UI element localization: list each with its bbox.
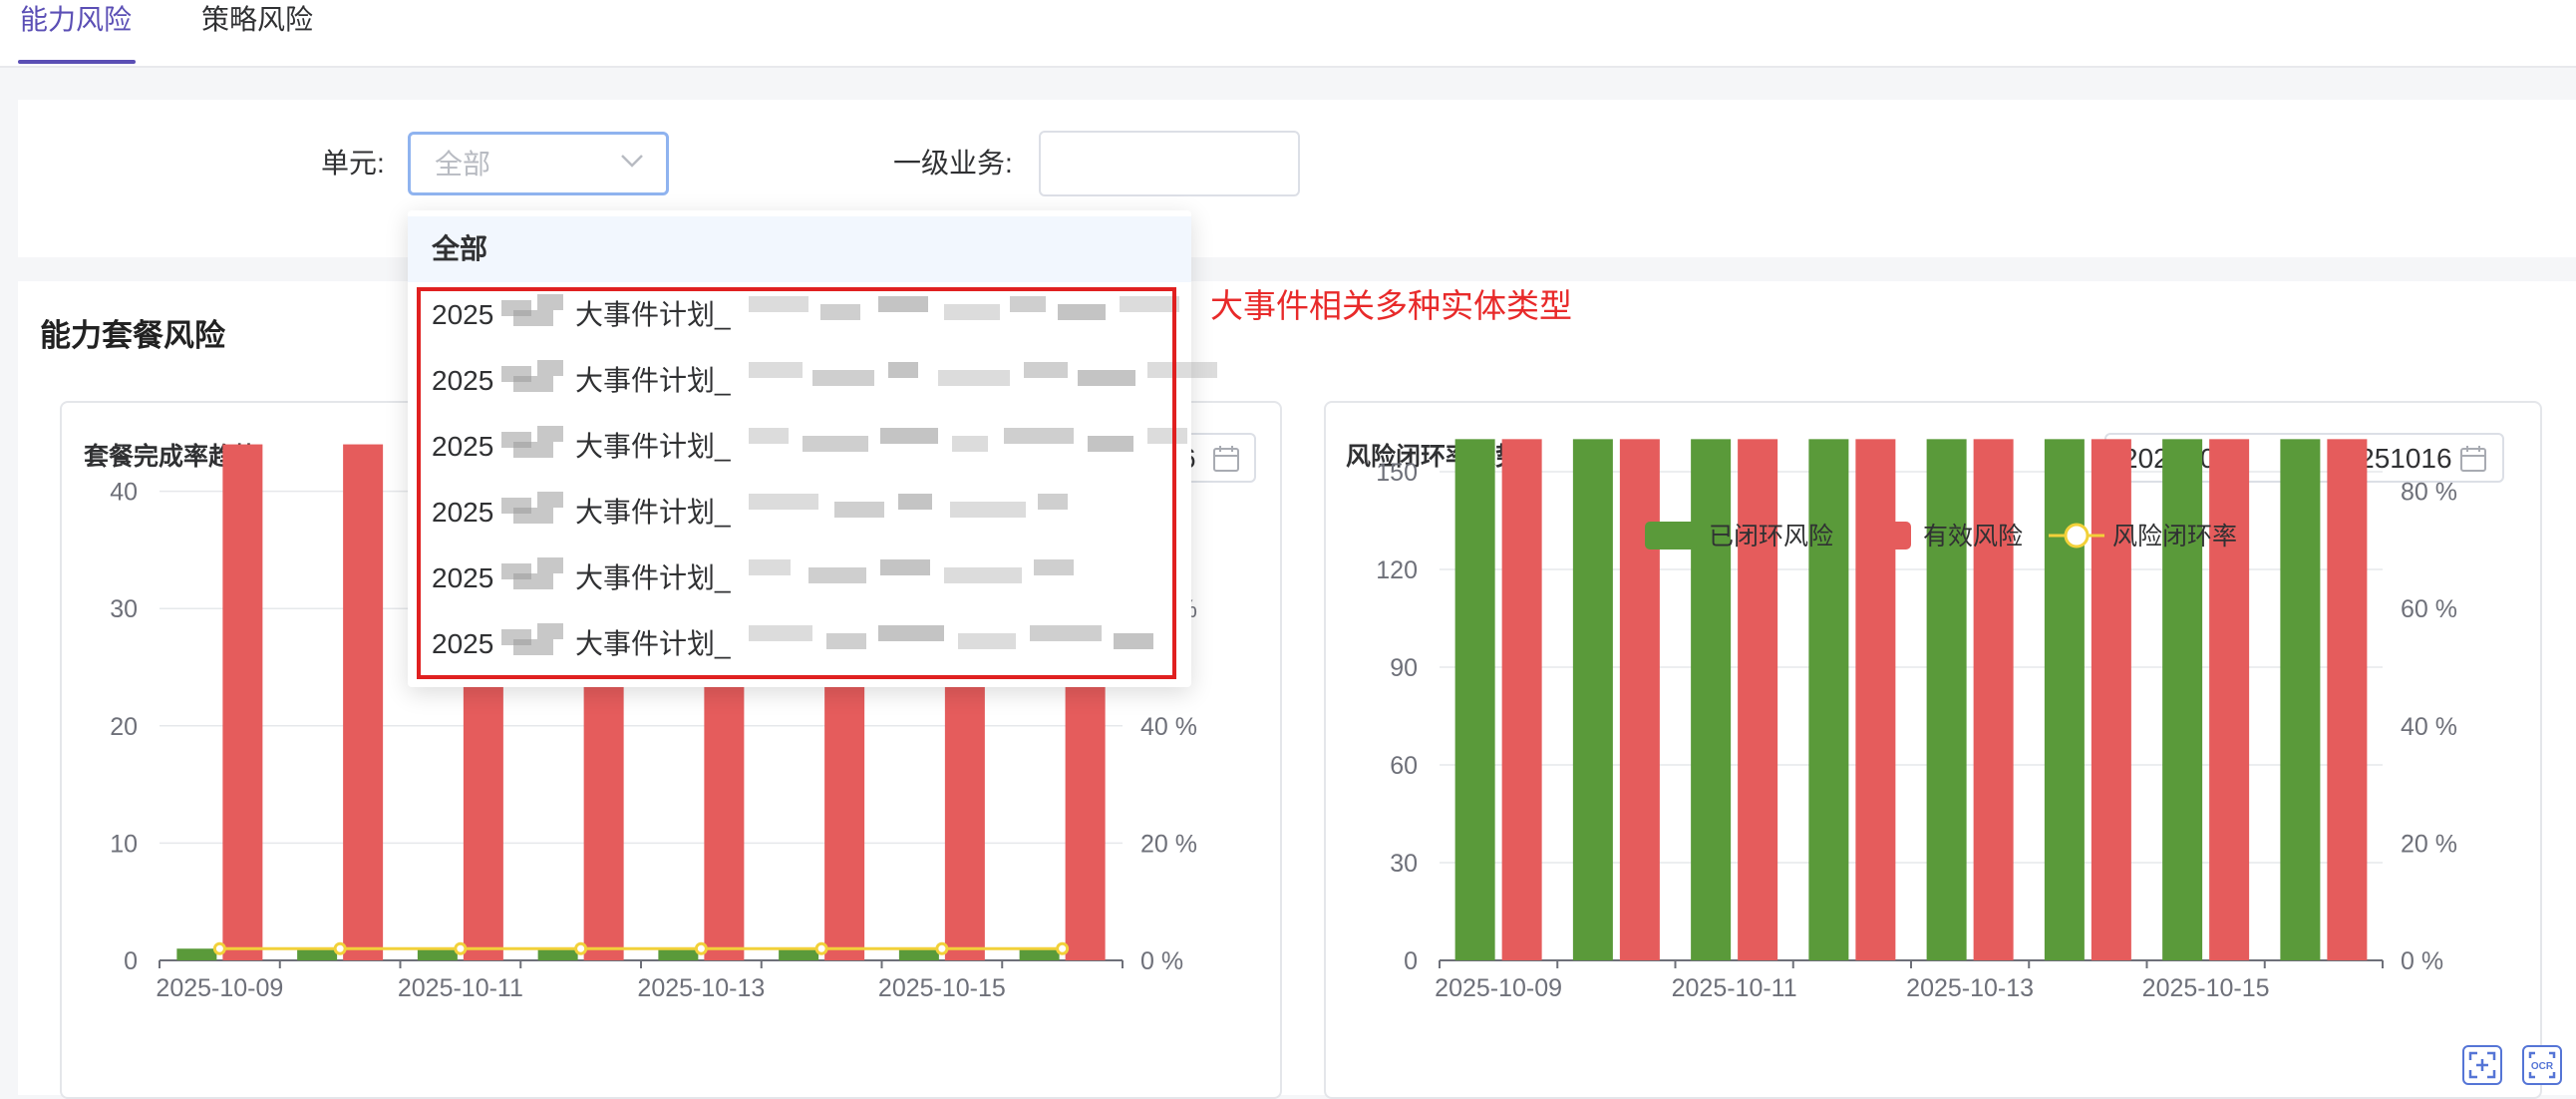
- tab-bar: 能力风险 策略风险: [0, 0, 2576, 68]
- line-point: [574, 941, 588, 955]
- bar: [1808, 439, 1849, 960]
- tab-strategy-risk[interactable]: 策略风险: [201, 0, 313, 64]
- unit-select[interactable]: 全部: [408, 132, 669, 195]
- y2-tick-label: 80 %: [2401, 479, 2457, 507]
- line-point: [1056, 941, 1070, 955]
- x-tick-label: 2025-10-09: [1435, 974, 1562, 1002]
- y2-tick-label: 40 %: [1140, 713, 1197, 741]
- y-tick-label: 60: [1390, 752, 1418, 780]
- bar: [297, 948, 338, 960]
- bar: [2280, 439, 2321, 960]
- bar: [1019, 948, 1060, 960]
- legend-line-symbol: [2064, 523, 2090, 549]
- bar: [658, 948, 699, 960]
- bar: [779, 948, 819, 960]
- y-tick-label: 10: [110, 830, 138, 858]
- bar: [1973, 439, 2014, 960]
- line-point: [333, 941, 347, 955]
- section-title: 能力套餐风险: [40, 318, 225, 353]
- bar: [2209, 439, 2250, 960]
- bar: [1691, 439, 1732, 960]
- y2-tick-label: 0 %: [2401, 947, 2443, 975]
- screenshot-icon[interactable]: [2462, 1045, 2502, 1085]
- y-tick-label: 120: [1376, 556, 1418, 584]
- y2-tick-label: 40 %: [2401, 713, 2457, 741]
- unit-select-value: 全部: [435, 149, 491, 180]
- line-point: [454, 941, 468, 955]
- line-point: [694, 941, 708, 955]
- y2-tick-label: 20 %: [2401, 830, 2457, 858]
- y-tick-label: 40: [110, 479, 138, 507]
- y2-tick-label: 20 %: [1140, 830, 1197, 858]
- dropdown-option-all[interactable]: 全部: [408, 216, 1191, 282]
- x-tick-label: 2025-10-11: [1672, 974, 1797, 1002]
- legend-label: 已闭环风险: [1709, 523, 1833, 550]
- x-tick-label: 2025-10-09: [156, 974, 283, 1002]
- unit-filter-label: 单元:: [321, 148, 385, 179]
- x-tick-label: 2025-10-15: [2142, 974, 2270, 1002]
- line-point: [935, 941, 949, 955]
- active-tab-indicator: [18, 60, 136, 64]
- business-select[interactable]: [1039, 131, 1300, 196]
- bar: [1501, 439, 1542, 960]
- bar: [1572, 439, 1613, 960]
- bar: [222, 444, 263, 960]
- legend-label: 风险闭环率: [2112, 523, 2237, 550]
- y-tick-label: 30: [1390, 850, 1418, 878]
- bar: [1926, 439, 1967, 960]
- bar: [176, 948, 217, 960]
- bar: [1738, 439, 1778, 960]
- x-tick-label: 2025-10-11: [398, 974, 523, 1002]
- legend-label: 有效风险: [1923, 523, 2023, 550]
- bar: [2044, 439, 2085, 960]
- bar: [417, 948, 458, 960]
- closure-rate-chart: 03060901201501800 %20 %40 %60 %80 %100 %…: [1376, 439, 2457, 1002]
- bar: [537, 948, 578, 960]
- bar: [343, 444, 384, 960]
- chevron-down-icon: [621, 155, 643, 168]
- business-filter-label: 一级业务:: [893, 148, 1013, 179]
- bar: [898, 948, 939, 960]
- legend-swatch: [1859, 522, 1911, 550]
- x-tick-label: 2025-10-13: [1906, 974, 2034, 1002]
- bar: [1855, 439, 1896, 960]
- y-tick-label: 0: [1404, 947, 1418, 975]
- bar: [2091, 439, 2131, 960]
- bar: [2327, 439, 2368, 960]
- svg-text:OCR: OCR: [2531, 1061, 2554, 1072]
- y-tick-label: 20: [110, 713, 138, 741]
- y-tick-label: 90: [1390, 654, 1418, 682]
- bar: [2162, 439, 2203, 960]
- y2-tick-label: 0 %: [1140, 947, 1183, 975]
- ocr-icon[interactable]: OCR: [2522, 1045, 2562, 1085]
- line-point: [814, 941, 828, 955]
- tab-capability-risk[interactable]: 能力风险: [20, 0, 132, 64]
- y-tick-label: 30: [110, 595, 138, 623]
- line-point: [212, 941, 226, 955]
- annotation-text: 大事件相关多种实体类型: [1210, 287, 1572, 324]
- y-tick-label: 150: [1376, 459, 1418, 487]
- y-tick-label: 0: [124, 947, 138, 975]
- bar: [1619, 439, 1660, 960]
- bar: [1454, 439, 1495, 960]
- y2-tick-label: 60 %: [2401, 595, 2457, 623]
- legend-swatch: [1645, 522, 1697, 550]
- x-tick-label: 2025-10-15: [878, 974, 1006, 1002]
- annotation-highlight-box: [417, 287, 1176, 679]
- x-tick-label: 2025-10-13: [637, 974, 765, 1002]
- dropdown-option-label: 全部: [432, 233, 488, 264]
